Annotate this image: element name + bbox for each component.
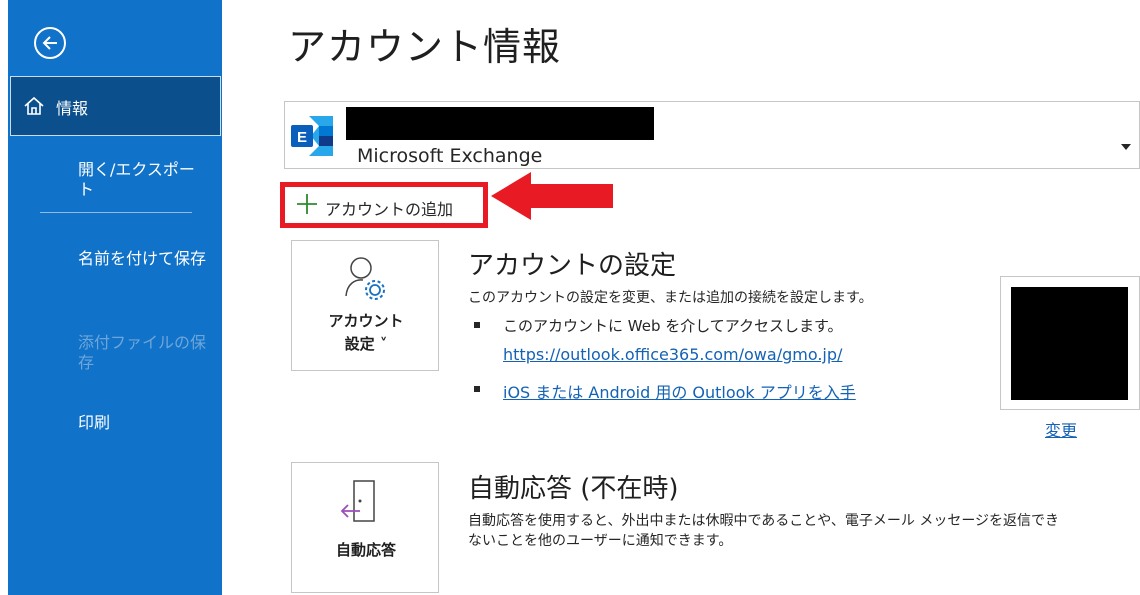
account-settings-button[interactable]: アカウント 設定 ˅ <box>291 240 439 371</box>
window-edge <box>0 0 8 595</box>
account-settings-label-line2: 設定 ˅ <box>344 335 388 353</box>
add-account-label: アカウントの追加 <box>325 200 454 219</box>
redacted-account-name <box>346 107 654 140</box>
sidebar-divider <box>40 212 192 213</box>
chevron-down-icon[interactable] <box>1121 135 1131 154</box>
red-arrow-annotation <box>489 170 615 226</box>
account-settings-label: アカウント <box>328 312 404 330</box>
svg-text:E: E <box>297 129 307 146</box>
mobile-app-link[interactable]: iOS または Android 用の Outlook アプリを入手 <box>503 379 856 403</box>
change-photo-link[interactable]: 変更 <box>1045 417 1077 441</box>
home-icon <box>23 96 45 120</box>
bullet-icon <box>474 322 480 328</box>
automatic-replies-description-line2: ないことを他のユーザーに通知できます。 <box>468 533 733 549</box>
door-arrow-icon <box>338 479 378 529</box>
sidebar-item-save-as[interactable]: 名前を付けて保存 <box>78 249 208 269</box>
automatic-replies-button[interactable]: 自動応答 <box>291 462 439 593</box>
web-access-text: このアカウントに Web を介してアクセスします。 <box>503 317 843 335</box>
owa-link[interactable]: https://outlook.office365.com/owa/gmo.jp… <box>503 345 842 364</box>
backstage-sidebar: 情報 開く/エクスポート 名前を付けて保存 添付ファイルの保存 印刷 <box>0 0 222 595</box>
automatic-replies-label: 自動応答 <box>335 541 396 559</box>
automatic-replies-title: 自動応答 (不在時) <box>468 474 679 504</box>
sidebar-item-info[interactable]: 情報 <box>10 76 221 136</box>
profile-picture-frame <box>1000 276 1140 410</box>
exchange-logo-icon: E <box>289 114 335 162</box>
plus-icon <box>295 191 319 221</box>
sidebar-item-label: 情報 <box>56 99 89 118</box>
sidebar-item-save-attachments: 添付ファイルの保存 <box>78 333 207 372</box>
account-settings-description: このアカウントの設定を変更、または追加の接続を設定します。 <box>468 290 873 306</box>
account-settings-title: アカウントの設定 <box>468 251 677 281</box>
redacted-profile-picture <box>1011 287 1128 400</box>
account-selector[interactable]: E Microsoft Exchange <box>284 101 1140 169</box>
account-type: Microsoft Exchange <box>357 145 543 167</box>
back-arrow-icon[interactable] <box>34 27 66 59</box>
add-account-button[interactable]: アカウントの追加 <box>280 182 488 228</box>
page-title: アカウント情報 <box>288 25 562 69</box>
automatic-replies-description: 自動応答を使用すると、外出中または休暇中であることや、電子メール メッセージを返… <box>468 513 1060 529</box>
sidebar-item-open-export[interactable]: 開く/エクスポート <box>78 160 208 200</box>
sidebar-item-print[interactable]: 印刷 <box>78 413 208 433</box>
bullet-icon <box>474 386 480 392</box>
account-settings-icon <box>343 254 389 304</box>
